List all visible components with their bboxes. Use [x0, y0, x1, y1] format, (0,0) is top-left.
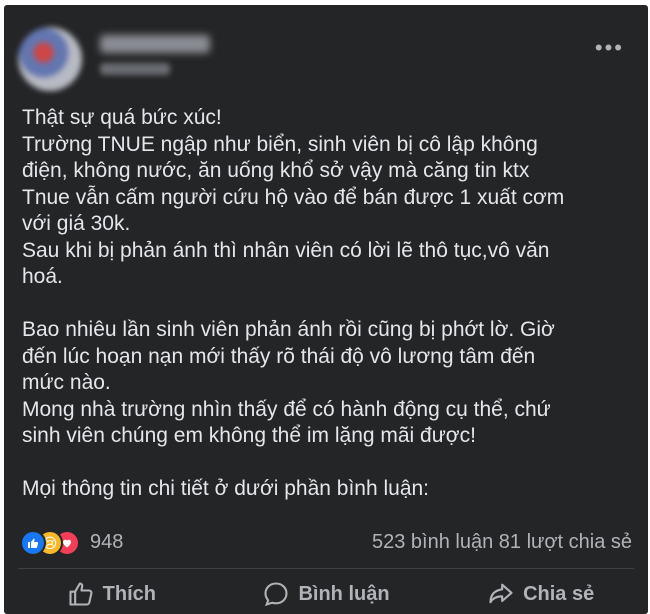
post-text: Thật sự quá bức xúc! Trường TNUE ngập như…	[22, 105, 642, 503]
thumbs-up-icon	[69, 582, 93, 606]
post-text-line: đến lúc hoạn nạn mới thấy rõ thái độ vô …	[22, 344, 536, 368]
share-button[interactable]: Chia sẻ	[433, 577, 648, 611]
share-label: Chia sẻ	[523, 582, 595, 605]
post-text-line: Mọi thông tin chi tiết ở dưới phần bình …	[22, 477, 430, 500]
divider	[18, 568, 634, 569]
avatar[interactable]	[18, 27, 82, 91]
post-text-line: điện, không nước, ăn uống khổ sở vậy mà …	[22, 159, 530, 182]
post-stats: 😢 948 523 bình luận 81 lượt chia sẻ	[20, 527, 632, 557]
post-text-line: với giá 30k.	[22, 212, 131, 235]
post-text-line	[22, 291, 642, 318]
post-text-line	[22, 450, 642, 477]
comment-label: Bình luận	[298, 582, 390, 605]
reaction-icons[interactable]: 😢	[20, 530, 84, 556]
post-text-line: mức nào.	[22, 371, 111, 394]
post-text-line: sinh viên chúng em không thể im lặng mãi…	[22, 424, 476, 447]
comments-shares-count[interactable]: 523 bình luận 81 lượt chia sẻ	[372, 531, 632, 554]
comment-bubble-icon	[264, 582, 289, 607]
post-text-line: Bao nhiêu lần sinh viên phản ánh rồi cũn…	[22, 318, 555, 341]
facebook-post: ••• Thật sự quá bức xúc! Trường TNUE ngập…	[4, 5, 648, 614]
like-label: Thích	[102, 582, 156, 605]
post-text-line: hoá.	[22, 265, 63, 288]
more-options-icon[interactable]: •••	[595, 35, 624, 61]
comment-button[interactable]: Bình luận	[219, 577, 434, 611]
action-bar: Thích Bình luận Chia sẻ	[4, 577, 648, 611]
post-text-line: Thật sự quá bức xúc!	[22, 106, 222, 129]
post-text-line: Trường TNUE ngập như biển, sinh viên bị …	[22, 132, 538, 156]
post-meta-blurred	[100, 63, 170, 75]
post-header: •••	[18, 27, 634, 91]
post-text-line: Mong nhà trường nhìn thấy để có hành độn…	[22, 397, 551, 421]
post-text-line: Sau khi bị phản ánh thì nhân viên có lời…	[22, 238, 550, 262]
like-reaction-icon	[20, 530, 46, 556]
post-text-line: Tnue vẫn cấm người cứu hộ vào để bán đượ…	[22, 185, 565, 209]
share-arrow-icon	[489, 583, 513, 604]
author-name-blurred[interactable]	[100, 35, 210, 53]
like-button[interactable]: Thích	[4, 577, 219, 611]
reaction-count[interactable]: 948	[90, 531, 123, 554]
